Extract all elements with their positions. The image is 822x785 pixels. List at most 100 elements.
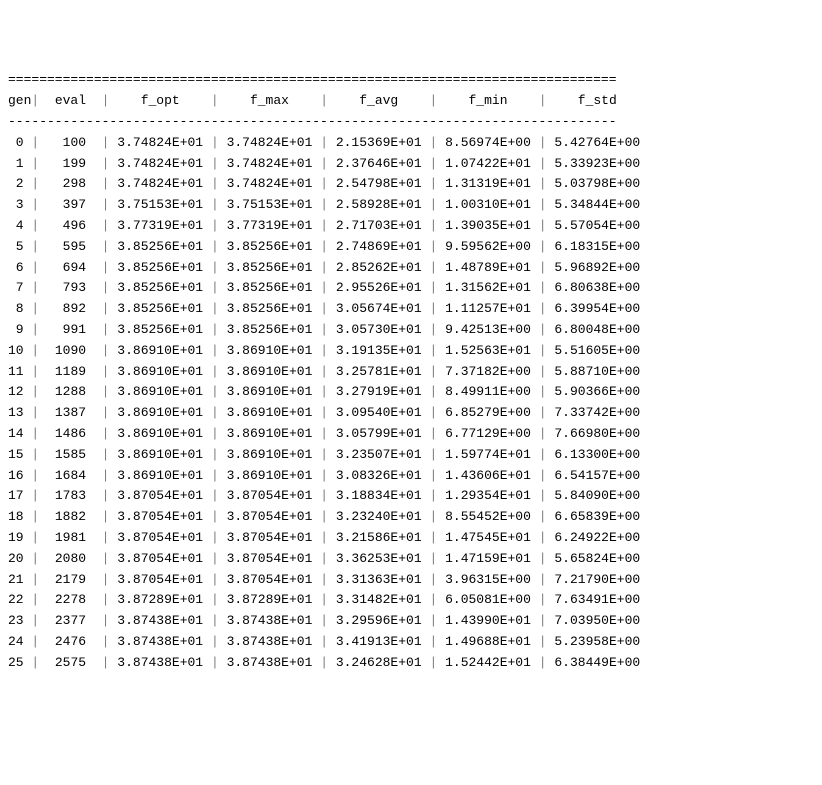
cell-favg: 3.23240E+01 [336, 509, 422, 524]
separator: | [102, 364, 110, 379]
separator: | [429, 301, 437, 316]
separator: | [211, 551, 219, 566]
separator: | [539, 322, 547, 337]
table-row: 9 | 991 | 3.85256E+01 | 3.85256E+01 | 3.… [8, 320, 814, 341]
cell-fstd: 5.65824E+00 [554, 551, 640, 566]
cell-eval: 1288 [47, 384, 94, 399]
cell-fmax: 3.75153E+01 [227, 197, 313, 212]
table-row: 22 | 2278 | 3.87289E+01 | 3.87289E+01 | … [8, 590, 814, 611]
table-header: gen| eval | f_opt | f_max | f_avg | f_mi… [8, 91, 814, 112]
cell-fopt: 3.87438E+01 [117, 634, 203, 649]
table-row: 1 | 199 | 3.74824E+01 | 3.74824E+01 | 2.… [8, 154, 814, 175]
separator: | [429, 260, 437, 275]
cell-fopt: 3.87438E+01 [117, 655, 203, 670]
cell-fmax: 3.77319E+01 [227, 218, 313, 233]
cell-fstd: 5.33923E+00 [554, 156, 640, 171]
separator: | [320, 135, 328, 150]
table-row: 8 | 892 | 3.85256E+01 | 3.85256E+01 | 3.… [8, 299, 814, 320]
cell-favg: 2.15369E+01 [336, 135, 422, 150]
cell-eval: 1783 [47, 488, 94, 503]
cell-eval: 1486 [47, 426, 94, 441]
separator: | [539, 280, 547, 295]
separator: | [539, 488, 547, 503]
separator: | [211, 239, 219, 254]
separator: | [102, 156, 110, 171]
cell-eval: 793 [47, 280, 94, 295]
separator: | [102, 343, 110, 358]
table-body: 0 | 100 | 3.74824E+01 | 3.74824E+01 | 2.… [8, 133, 814, 674]
header-favg: f_avg [359, 93, 398, 108]
cell-fopt: 3.87054E+01 [117, 572, 203, 587]
separator: | [320, 613, 328, 628]
cell-fmin: 1.52442E+01 [445, 655, 531, 670]
cell-gen: 5 [8, 239, 24, 254]
separator: | [539, 260, 547, 275]
cell-fopt: 3.74824E+01 [117, 176, 203, 191]
cell-gen: 25 [8, 655, 24, 670]
table-row: 11 | 1189 | 3.86910E+01 | 3.86910E+01 | … [8, 362, 814, 383]
separator: | [31, 447, 39, 462]
cell-fopt: 3.87054E+01 [117, 488, 203, 503]
separator: | [102, 93, 110, 108]
table-row: 19 | 1981 | 3.87054E+01 | 3.87054E+01 | … [8, 528, 814, 549]
cell-eval: 2080 [47, 551, 94, 566]
cell-fopt: 3.85256E+01 [117, 239, 203, 254]
cell-fmax: 3.86910E+01 [227, 384, 313, 399]
separator: | [320, 592, 328, 607]
separator: | [320, 530, 328, 545]
cell-gen: 3 [8, 197, 24, 212]
separator: | [539, 135, 547, 150]
table-row: 13 | 1387 | 3.86910E+01 | 3.86910E+01 | … [8, 403, 814, 424]
separator: | [539, 509, 547, 524]
separator: | [211, 176, 219, 191]
cell-eval: 199 [47, 156, 94, 171]
cell-fmax: 3.85256E+01 [227, 239, 313, 254]
separator: | [429, 218, 437, 233]
cell-fmax: 3.87054E+01 [227, 551, 313, 566]
separator: | [211, 509, 219, 524]
separator: | [320, 301, 328, 316]
cell-fmin: 8.55452E+00 [445, 509, 531, 524]
cell-fopt: 3.75153E+01 [117, 197, 203, 212]
table-row: 4 | 496 | 3.77319E+01 | 3.77319E+01 | 2.… [8, 216, 814, 237]
cell-fmin: 1.43990E+01 [445, 613, 531, 628]
cell-fstd: 5.51605E+00 [554, 343, 640, 358]
separator: | [31, 135, 39, 150]
separator: | [320, 260, 328, 275]
separator: | [31, 93, 39, 108]
cell-eval: 1882 [47, 509, 94, 524]
separator: | [539, 468, 547, 483]
separator: | [102, 176, 110, 191]
cell-gen: 20 [8, 551, 24, 566]
cell-fmax: 3.87438E+01 [227, 655, 313, 670]
separator: | [320, 447, 328, 462]
cell-gen: 21 [8, 572, 24, 587]
cell-fmin: 8.49911E+00 [445, 384, 531, 399]
cell-fmax: 3.86910E+01 [227, 468, 313, 483]
separator: | [211, 322, 219, 337]
cell-eval: 991 [47, 322, 94, 337]
cell-gen: 22 [8, 592, 24, 607]
separator: | [539, 197, 547, 212]
separator: | [320, 509, 328, 524]
separator: | [102, 530, 110, 545]
cell-fstd: 7.33742E+00 [554, 405, 640, 420]
separator: | [429, 135, 437, 150]
separator: | [211, 530, 219, 545]
separator: | [31, 509, 39, 524]
cell-fstd: 5.90366E+00 [554, 384, 640, 399]
cell-fmin: 1.49688E+01 [445, 634, 531, 649]
cell-gen: 8 [8, 301, 24, 316]
separator: | [211, 634, 219, 649]
cell-fmax: 3.86910E+01 [227, 364, 313, 379]
cell-fstd: 6.18315E+00 [554, 239, 640, 254]
separator: | [320, 405, 328, 420]
separator: | [539, 93, 547, 108]
cell-fmax: 3.87054E+01 [227, 509, 313, 524]
cell-eval: 694 [47, 260, 94, 275]
separator: | [102, 592, 110, 607]
cell-fstd: 5.88710E+00 [554, 364, 640, 379]
cell-fmax: 3.86910E+01 [227, 343, 313, 358]
separator: | [102, 572, 110, 587]
cell-gen: 24 [8, 634, 24, 649]
